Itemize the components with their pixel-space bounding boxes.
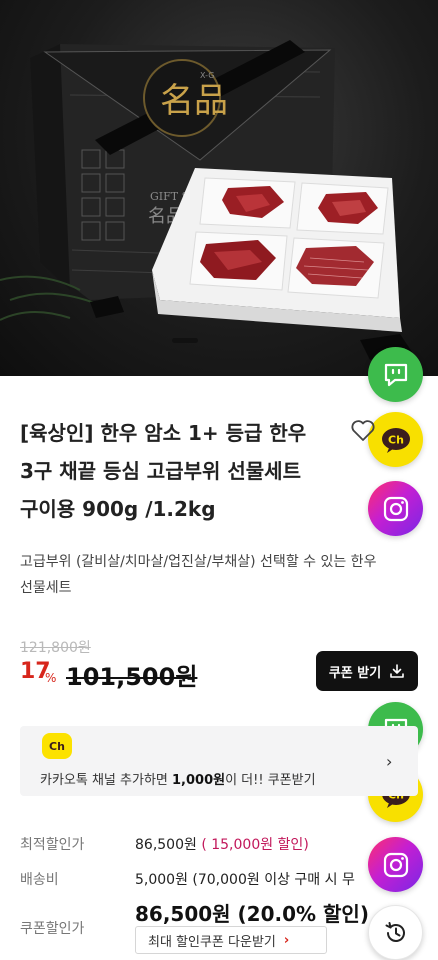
talk-button[interactable] [368,347,423,402]
coupon-button-label: 쿠폰 받기 [328,665,382,681]
shipping-value: 5,000원 (70,000원 이상 구매 시 무 [135,872,355,888]
original-price: 121,800원 [20,640,91,656]
best-coupon-label: 최대 할인쿠폰 다운받기 [148,934,276,950]
instagram-button-2[interactable] [368,837,423,892]
kakao-channel-icon: Ch [381,427,410,453]
title-line-2: 3구 채끝 등심 고급부위 선물세트 [20,459,301,483]
chevron-right-icon: › [386,752,393,771]
coupon-download-button[interactable]: 쿠폰 받기 [316,651,418,691]
svg-text:Ch: Ch [388,433,404,446]
discount-unit: % [45,671,57,685]
heart-icon [351,420,375,441]
shipping-label: 배송비 [20,872,59,888]
instagram-icon [383,852,408,877]
kakao-text-amount: 1,000원 [172,773,226,788]
kakao-text-prefix: 카카오톡 채널 추가하면 [40,773,172,788]
kakao-channel-button[interactable]: Ch [368,412,423,467]
best-price-discount: ( 15,000원 할인) [201,837,309,853]
chevron-right-icon: › [283,932,290,948]
best-price-amount: 86,500원 [135,837,197,853]
kakao-channel-logo-icon: Ch [42,733,72,759]
talk-icon [384,363,407,386]
best-coupon-download-button[interactable]: 최대 할인쿠폰 다운받기 › [135,926,327,954]
title-line-3: 구이용 900g /1.2kg [20,497,216,521]
best-price-value: 86,500원 ( 15,000원 할인) [135,834,309,854]
kakao-banner-text: 카카오톡 채널 추가하면 1,000원이 더!! 쿠폰받기 [40,769,316,788]
title-line-1: [육상인] 한우 암소 1+ 등급 한우 [20,421,307,445]
description-line-2: 선물세트 [20,580,72,596]
instagram-icon [383,496,408,521]
history-icon [385,921,405,942]
kakao-text-suffix: 이 더!! 쿠폰받기 [225,773,316,788]
coupon-price-label: 쿠폰할인가 [20,921,85,937]
product-title: [육상인] 한우 암소 1+ 등급 한우 3구 채끝 등심 고급부위 선물세트 … [20,414,350,528]
box-label: 名品 [160,81,228,121]
product-description: 고급부위 (갈비살/치마살/업진살/부채살) 선택할 수 있는 한우 선물세트 [20,549,418,601]
svg-text:X-G: X-G [200,71,214,80]
gift-set-illustration: 名品 X-G GIFT SET 名品 [0,40,412,360]
recent-history-button[interactable] [368,905,423,960]
product-image[interactable]: 名品 X-G GIFT SET 名品 [0,0,438,376]
description-line-1: 고급부위 (갈비살/치마살/업진살/부채살) 선택할 수 있는 한우 [20,554,377,570]
sale-price: 101,500원 [66,663,198,691]
instagram-button[interactable] [368,481,423,536]
kakao-channel-banner[interactable]: Ch 카카오톡 채널 추가하면 1,000원이 더!! 쿠폰받기 › [20,726,418,796]
carousel-indicator[interactable] [172,338,198,343]
download-icon [390,664,404,678]
wishlist-button[interactable] [350,419,376,447]
best-price-label: 최적할인가 [20,837,85,853]
coupon-price-value: 86,500원 (20.0% 할인) [135,902,369,926]
